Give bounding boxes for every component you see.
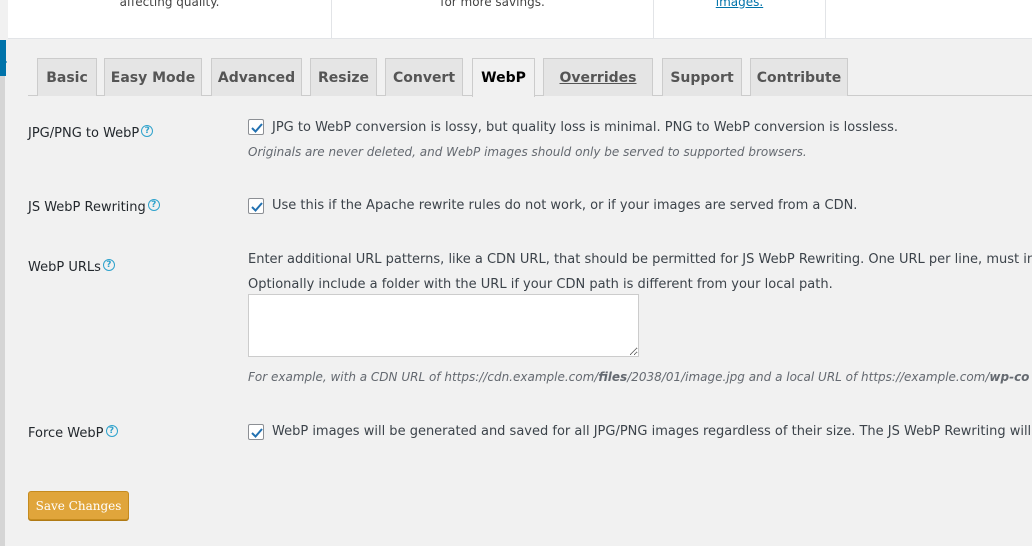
example-middle: /2038/01/image.jpg and a local URL of ht…: [627, 370, 990, 384]
checkmark-icon: [251, 123, 263, 133]
tab-basic[interactable]: Basic: [37, 58, 97, 96]
info-cell-link[interactable]: images.: [716, 0, 763, 9]
info-cell-quality: affecting quality.: [8, 0, 332, 38]
jpg-png-to-webp-label: JPG/PNG to WebP?: [28, 125, 154, 141]
help-icon[interactable]: ?: [102, 259, 115, 271]
webp-urls-instructions-line-1: Enter additional URL patterns, like a CD…: [248, 252, 1032, 267]
jpg-png-to-webp-text: JPG to WebP conversion is lossy, but qua…: [272, 120, 899, 135]
js-webp-rewriting-checkbox[interactable]: [248, 198, 264, 214]
example-bold-wp-content: wp-co: [989, 370, 1030, 384]
webp-urls-instructions-line-2: Optionally include a folder with the URL…: [248, 277, 833, 292]
tab-contribute[interactable]: Contribute: [750, 58, 848, 96]
js-webp-rewriting-text: Use this if the Apache rewrite rules do …: [272, 198, 858, 213]
info-cell-images: images.: [654, 0, 826, 38]
setting-label-text: JPG/PNG to WebP: [28, 126, 140, 141]
tab-resize[interactable]: Resize: [310, 58, 377, 96]
js-webp-rewriting-label: JS WebP Rewriting?: [28, 199, 160, 215]
info-cell-text: affecting quality.: [119, 0, 220, 9]
webp-urls-example: For example, with a CDN URL of https://c…: [248, 370, 1029, 384]
setting-label-text: WebP URLs: [28, 260, 101, 275]
info-cell-savings: for more savings.: [332, 0, 654, 38]
webp-urls-label: WebP URLs?: [28, 259, 115, 275]
jpg-png-to-webp-description: Originals are never deleted, and WebP im…: [248, 145, 807, 159]
setting-label-text: Force WebP: [28, 426, 104, 441]
force-webp-checkbox[interactable]: [248, 424, 264, 440]
info-cell-text: for more savings.: [440, 0, 545, 9]
tab-easy-mode[interactable]: Easy Mode: [104, 58, 202, 96]
admin-menu-bar: [0, 40, 5, 546]
settings-tabs: Basic Easy Mode Advanced Resize Convert …: [28, 58, 1032, 97]
tab-support[interactable]: Support: [662, 58, 742, 96]
top-info-panel: affecting quality. for more savings. ima…: [8, 0, 1032, 39]
help-icon[interactable]: ?: [147, 199, 160, 211]
checkmark-icon: [251, 428, 263, 438]
tab-convert[interactable]: Convert: [385, 58, 463, 96]
force-webp-text: WebP images will be generated and saved …: [272, 424, 1032, 439]
save-changes-button[interactable]: Save Changes: [28, 491, 129, 520]
example-bold-files: files: [598, 370, 628, 384]
checkmark-icon: [251, 202, 263, 212]
example-prefix: For example, with a CDN URL of https://c…: [248, 370, 599, 384]
admin-menu-edge: [0, 0, 8, 546]
tab-advanced[interactable]: Advanced: [211, 58, 302, 96]
tab-overrides[interactable]: Overrides: [543, 58, 653, 96]
force-webp-label: Force WebP?: [28, 425, 118, 441]
setting-label-text: JS WebP Rewriting: [28, 200, 146, 215]
webp-urls-textarea[interactable]: [248, 294, 639, 357]
admin-menu-arrow-icon: [0, 54, 7, 70]
help-icon[interactable]: ?: [141, 125, 154, 137]
tab-webp[interactable]: WebP: [472, 58, 535, 97]
jpg-png-to-webp-checkbox[interactable]: [248, 119, 264, 135]
help-icon[interactable]: ?: [105, 425, 118, 437]
